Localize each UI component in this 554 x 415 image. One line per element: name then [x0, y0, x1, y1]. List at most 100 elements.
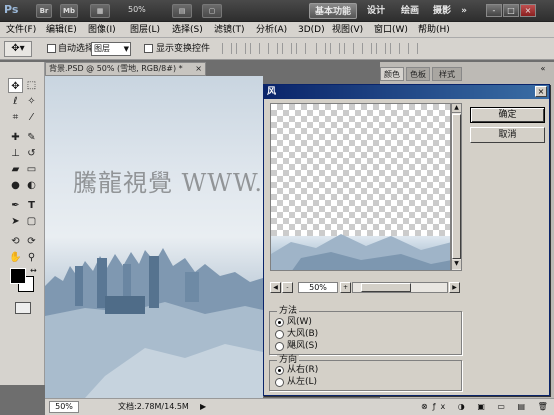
status-arrow-icon[interactable]: ▶ [200, 402, 206, 411]
direction-right-radio[interactable] [275, 366, 284, 375]
panel-tab-swatches[interactable]: 色板 [406, 67, 430, 81]
zoom-tool-icon[interactable]: ⚲ [24, 250, 39, 265]
distribute-right-icon[interactable] [390, 43, 400, 54]
menu-help[interactable]: 帮助(H) [418, 23, 450, 37]
preview-vertical-scrollbar[interactable]: ▲ ▼ [451, 103, 462, 271]
align-vcenter-icon[interactable] [236, 43, 246, 54]
maximize-button[interactable]: □ [503, 4, 519, 17]
method-wind-label[interactable]: 风(W) [287, 317, 312, 328]
auto-select-dropdown[interactable]: 图层 ▼ [91, 42, 131, 56]
scroll-right-icon[interactable]: ▶ [449, 282, 460, 293]
history-brush-tool-icon[interactable]: ↺ [24, 146, 39, 161]
horizontal-scroll-thumb[interactable] [361, 283, 411, 292]
panel-tab-color[interactable]: 颜色 [380, 67, 404, 81]
align-right-icon[interactable] [296, 43, 306, 54]
brush-tool-icon[interactable]: ✎ [24, 130, 39, 145]
menu-3d[interactable]: 3D(D) [298, 23, 325, 37]
more-workspaces-icon[interactable]: » [458, 3, 470, 19]
method-stagger-radio[interactable] [275, 342, 284, 351]
quick-mask-icon[interactable] [15, 302, 31, 314]
direction-left-radio[interactable] [275, 378, 284, 387]
method-blast-label[interactable]: 大风(B) [287, 329, 318, 340]
scroll-down-icon[interactable]: ▼ [452, 260, 461, 269]
swap-colors-icon[interactable]: ↔ [30, 266, 37, 275]
minimize-button[interactable]: - [486, 4, 502, 17]
distribute-top-icon[interactable] [316, 43, 326, 54]
document-canvas[interactable]: 騰龍視覺 WWW.TLVI.NET [45, 76, 263, 398]
panel-tab-styles[interactable]: 样式 [432, 67, 462, 81]
menu-analysis[interactable]: 分析(A) [256, 23, 287, 37]
dialog-close-icon[interactable]: × [535, 86, 547, 97]
workspace-painting[interactable]: 绘画 [398, 3, 422, 19]
document-tab[interactable]: 背景.PSD @ 50% (雪地, RGB/8#) * × [45, 62, 206, 76]
menu-select[interactable]: 选择(S) [172, 23, 203, 37]
workspace-design[interactable]: 设计 [364, 3, 388, 19]
menu-image[interactable]: 图像(I) [88, 23, 116, 37]
distribute-hcenter-icon[interactable] [376, 43, 386, 54]
close-button[interactable]: × [520, 4, 536, 17]
lasso-tool-icon[interactable]: ℓ [8, 94, 23, 109]
direction-right-label[interactable]: 从右(R) [287, 365, 318, 376]
shape-tool-icon[interactable]: ▢ [24, 214, 39, 229]
menu-view[interactable]: 视图(V) [332, 23, 363, 37]
gradient-tool-icon[interactable]: ▭ [24, 162, 39, 177]
path-selection-tool-icon[interactable]: ➤ [8, 214, 23, 229]
ok-button[interactable]: 确定 [470, 107, 545, 123]
panel-collapse-icon[interactable]: « [536, 64, 550, 76]
filter-preview[interactable] [270, 103, 451, 271]
status-zoom-field[interactable]: 50% [49, 401, 79, 413]
method-stagger-label[interactable]: 飓风(S) [287, 341, 318, 352]
crop-tool-icon[interactable]: ⌗ [8, 110, 23, 125]
align-hcenter-icon[interactable] [282, 43, 292, 54]
auto-select-checkbox[interactable] [47, 44, 56, 53]
type-tool-icon[interactable]: T [24, 198, 39, 213]
preview-horizontal-scrollbar[interactable] [352, 282, 448, 293]
auto-align-icon[interactable] [408, 43, 418, 54]
zoom-out-button[interactable]: - [282, 282, 293, 293]
3d-rotate-tool-icon[interactable]: ⟲ [8, 234, 23, 249]
distribute-vcenter-icon[interactable] [330, 43, 340, 54]
menu-window[interactable]: 窗口(W) [374, 23, 408, 37]
distribute-bottom-icon[interactable] [344, 43, 354, 54]
cancel-button[interactable]: 取消 [470, 127, 545, 143]
distribute-left-icon[interactable] [362, 43, 372, 54]
hand-tool-icon[interactable]: ✋ [8, 250, 23, 265]
3d-orbit-tool-icon[interactable]: ⟳ [24, 234, 39, 249]
method-blast-radio[interactable] [275, 330, 284, 339]
vertical-scroll-thumb[interactable] [452, 114, 461, 259]
method-wind-radio[interactable] [275, 318, 284, 327]
workspace-photography[interactable]: 摄影 [430, 3, 454, 19]
view-extras-icon[interactable]: ▦ [90, 4, 110, 18]
menu-file[interactable]: 文件(F) [6, 23, 36, 37]
zoom-level[interactable]: 50% [128, 5, 146, 14]
scroll-up-icon[interactable]: ▲ [452, 104, 461, 113]
clone-stamp-tool-icon[interactable]: ⊥ [8, 146, 23, 161]
menu-layer[interactable]: 图层(L) [130, 23, 160, 37]
direction-left-label[interactable]: 从左(L) [287, 377, 317, 388]
eyedropper-tool-icon[interactable]: ⁄ [24, 110, 39, 125]
foreground-color-swatch[interactable] [10, 268, 26, 284]
align-left-icon[interactable] [268, 43, 278, 54]
move-tool-preset-icon[interactable]: ✥▾ [4, 41, 32, 57]
blur-tool-icon[interactable]: ● [8, 178, 23, 193]
zoom-in-button[interactable]: + [340, 282, 351, 293]
arrange-documents-icon[interactable]: ▤ [172, 4, 192, 18]
mini-bridge-button[interactable]: Mb [60, 4, 78, 18]
move-tool-icon[interactable]: ✥ [8, 78, 23, 93]
eraser-tool-icon[interactable]: ▰ [8, 162, 23, 177]
marquee-tool-icon[interactable]: ⬚ [24, 78, 39, 93]
layers-panel-buttons[interactable]: ⊗ƒx ◑ ▣ ▭ ▤ 🗑 [421, 402, 553, 411]
menu-edit[interactable]: 编辑(E) [46, 23, 77, 37]
preview-zoom-field[interactable]: 50% [298, 282, 338, 293]
align-bottom-icon[interactable] [250, 43, 260, 54]
workspace-essentials[interactable]: 基本功能 [309, 3, 357, 19]
align-top-icon[interactable] [222, 43, 232, 54]
pen-tool-icon[interactable]: ✒ [8, 198, 23, 213]
bridge-button[interactable]: Br [36, 4, 52, 18]
healing-brush-tool-icon[interactable]: ✚ [8, 130, 23, 145]
scroll-left-icon[interactable]: ◀ [270, 282, 281, 293]
show-transform-checkbox[interactable] [144, 44, 153, 53]
screen-mode-icon[interactable]: ▢ [202, 4, 222, 18]
menu-filter[interactable]: 滤镜(T) [214, 23, 245, 37]
dodge-tool-icon[interactable]: ◐ [24, 178, 39, 193]
